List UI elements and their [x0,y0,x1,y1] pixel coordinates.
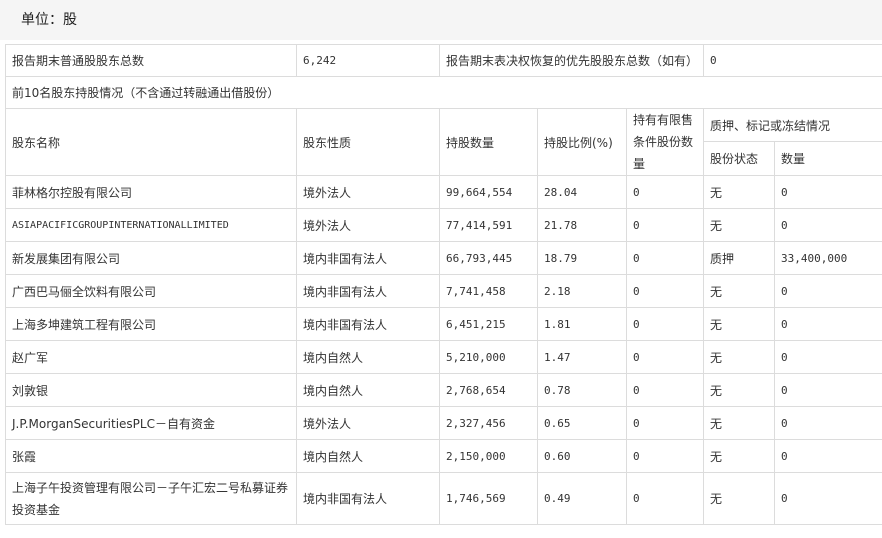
holder-name: 菲林格尔控股有限公司 [5,175,297,209]
pledge-status: 无 [703,439,776,473]
holder-shares: 1,746,569 [439,472,538,525]
summary-row: 报告期末普通股股东总数 6,242 报告期末表决权恢复的优先股股东总数（如有） … [5,44,882,77]
holder-shares: 7,741,458 [439,274,538,308]
holder-ratio: 0.49 [537,472,627,525]
holder-nature: 境内自然人 [296,439,440,473]
holder-name: 刘敦银 [5,373,297,407]
pledge-qty: 0 [774,406,882,440]
holder-shares: 5,210,000 [439,340,538,374]
holder-shares: 99,664,554 [439,175,538,209]
pledge-qty: 33,400,000 [774,241,882,275]
pledge-status: 无 [703,307,776,341]
pledge-status: 无 [703,340,776,374]
preferred-holders-value: 0 [703,44,882,77]
holder-name: J.P.MorganSecuritiesPLC－自有资金 [5,406,297,440]
pledge-qty: 0 [774,373,882,407]
table-row: ASIAPACIFICGROUPINTERNATIONALLIMITED 境外法人… [5,208,882,242]
table-row: 上海多坤建筑工程有限公司 境内非国有法人 6,451,215 1.81 0 无 0 [5,307,882,341]
holder-ratio: 0.78 [537,373,627,407]
table-row: 新发展集团有限公司 境内非国有法人 66,793,445 18.79 0 质押 33,400… [5,241,882,275]
pledge-status: 无 [703,208,776,242]
holder-restricted: 0 [625,175,705,209]
pledge-status: 无 [703,274,776,308]
holder-restricted: 0 [625,472,705,525]
header-shares: 持股数量 [439,108,538,176]
table-row: 广西巴马俪全饮料有限公司 境内非国有法人 7,741,458 2.18 0 无 0 [5,274,882,308]
holder-name: 上海多坤建筑工程有限公司 [5,307,297,341]
pledge-status: 无 [703,472,776,525]
pledge-qty: 0 [774,307,882,341]
pledge-qty: 0 [774,340,882,374]
holder-shares: 66,793,445 [439,241,538,275]
holder-name: 上海子午投资管理有限公司－子午汇宏二号私募证券投资基金 [5,472,297,525]
holder-restricted: 0 [625,208,705,242]
holder-nature: 境外法人 [296,175,440,209]
preferred-holders-label: 报告期末表决权恢复的优先股股东总数（如有） [438,44,705,77]
holder-name: 新发展集团有限公司 [5,241,297,275]
holder-shares: 2,327,456 [439,406,538,440]
header-pledge-status: 股份状态 [703,141,776,176]
pledge-qty: 0 [774,472,882,525]
shareholder-table: 报告期末普通股股东总数 6,242 报告期末表决权恢复的优先股股东总数（如有） … [4,44,882,525]
table-row: J.P.MorganSecuritiesPLC－自有资金 境外法人 2,327,45… [5,406,882,440]
pledge-qty: 0 [774,208,882,242]
holder-shares: 6,451,215 [439,307,538,341]
holder-name: 广西巴马俪全饮料有限公司 [5,274,297,308]
holder-shares: 2,768,654 [439,373,538,407]
table-row: 张霞 境内自然人 2,150,000 0.60 0 无 0 [5,439,882,473]
pledge-status: 无 [703,373,776,407]
holder-ratio: 28.04 [537,175,627,209]
table-row: 菲林格尔控股有限公司 境外法人 99,664,554 28.04 0 无 0 [5,175,882,209]
holder-nature: 境外法人 [296,208,440,242]
pledge-qty: 0 [774,439,882,473]
table-row: 赵广军 境内自然人 5,210,000 1.47 0 无 0 [5,340,882,374]
header-name: 股东名称 [5,108,297,176]
header-row: 股东名称 股东性质 持股数量 持股比例(%) 持有有限售条件股份数量 质押、标记… [5,108,882,176]
pledge-qty: 0 [774,175,882,209]
common-holders-value: 6,242 [296,44,440,77]
holder-shares: 77,414,591 [439,208,538,242]
holder-restricted: 0 [625,373,705,407]
header-pledge-group: 质押、标记或冻结情况 [703,108,882,142]
holder-name: ASIAPACIFICGROUPINTERNATIONALLIMITED [5,208,297,242]
holder-restricted: 0 [625,406,705,440]
holder-ratio: 0.60 [537,439,627,473]
section-row: 前10名股东持股情况（不含通过转融通出借股份） [4,76,882,109]
common-holders-label: 报告期末普通股股东总数 [5,44,297,77]
holder-restricted: 0 [625,307,705,341]
table-row: 刘敦银 境内自然人 2,768,654 0.78 0 无 0 [5,373,882,407]
table-row: 上海子午投资管理有限公司－子午汇宏二号私募证券投资基金 境内非国有法人 1,746,… [5,472,882,525]
holder-nature: 境内自然人 [296,340,440,374]
holder-restricted: 0 [625,439,705,473]
holder-nature: 境内非国有法人 [296,472,440,525]
header-nature: 股东性质 [296,108,440,176]
holder-nature: 境内非国有法人 [296,307,440,341]
holder-nature: 境外法人 [296,406,440,440]
holder-restricted: 0 [625,241,705,275]
pledge-qty: 0 [774,274,882,308]
holder-shares: 2,150,000 [439,439,538,473]
holder-ratio: 2.18 [537,274,627,308]
holder-restricted: 0 [625,274,705,308]
holder-ratio: 0.65 [537,406,627,440]
header-pledge-qty: 数量 [774,141,882,176]
header-restricted: 持有有限售条件股份数量 [625,108,705,176]
pledge-status: 无 [703,406,776,440]
pledge-status: 质押 [703,241,776,275]
holder-restricted: 0 [625,340,705,374]
holder-name: 赵广军 [5,340,297,374]
holder-ratio: 1.81 [537,307,627,341]
holder-nature: 境内非国有法人 [296,274,440,308]
header-ratio: 持股比例(%) [537,108,627,176]
section-title: 前10名股东持股情况（不含通过转融通出借股份） [4,76,882,109]
unit-label: 单位：股 [0,0,882,40]
pledge-status: 无 [703,175,776,209]
holder-ratio: 21.78 [537,208,627,242]
holder-name: 张霞 [5,439,297,473]
holder-nature: 境内非国有法人 [296,241,440,275]
holder-ratio: 1.47 [537,340,627,374]
holder-nature: 境内自然人 [296,373,440,407]
holder-ratio: 18.79 [537,241,627,275]
